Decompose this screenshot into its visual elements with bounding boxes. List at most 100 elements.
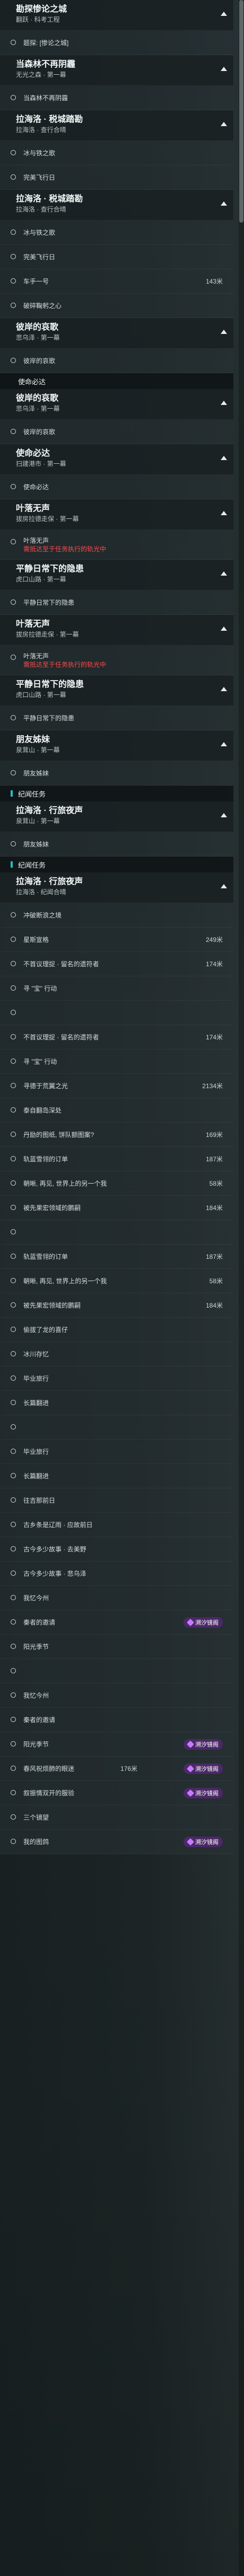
quest-list-item[interactable]: 我忆今州 xyxy=(0,1586,233,1610)
quest-list-item[interactable]: 冰川存忆 xyxy=(0,1342,233,1366)
quest-list-item[interactable] xyxy=(0,1220,233,1245)
quest-status-icon xyxy=(11,1449,16,1454)
quest-list-item[interactable]: 完美飞行日 xyxy=(0,245,233,269)
quest-list-item[interactable]: 朝晰, 再见, 世界上的另一个我 58米 xyxy=(0,1171,233,1196)
scrollbar[interactable] xyxy=(239,0,244,2576)
quest-list-item[interactable] xyxy=(0,1415,233,1440)
quest-group-header[interactable]: 平静日常下的隐患 虎口山路 · 第一幕 xyxy=(0,675,233,706)
quest-list-item[interactable]: 我的图鸽 溯汐镜阁 xyxy=(0,1830,233,1854)
tide-icon xyxy=(186,1765,195,1772)
quest-status-icon xyxy=(11,599,16,605)
quest-group-header[interactable]: 朋友姊妹 泉茸山 · 第一幕 xyxy=(0,730,233,761)
quest-list-item[interactable]: 春风祝烦肺的眼迷 176米 溯汐镜阁 xyxy=(0,1757,233,1781)
quest-group-header[interactable]: 拉海洛 · 行旅夜声 泉茸山 · 第一幕 xyxy=(0,801,233,832)
quest-list-item[interactable]: 朋友姊妹 xyxy=(0,832,233,857)
collapse-icon[interactable] xyxy=(221,742,227,746)
collapse-icon[interactable] xyxy=(221,122,227,126)
quest-list-item[interactable]: 被先果宏领域的鹏嗣 184米 xyxy=(0,1196,233,1220)
quest-list-item[interactable]: 题探: [惨论之城] xyxy=(0,31,233,55)
quest-list-item[interactable]: 长篇翻进 xyxy=(0,1391,233,1415)
quest-group-subtitle: 泉茸山 · 第一幕 xyxy=(16,746,60,754)
scroll-thumb[interactable] xyxy=(239,0,243,223)
collapse-icon[interactable] xyxy=(221,813,227,817)
quest-list-item[interactable]: 秦者的邀请 xyxy=(0,1708,233,1732)
quest-list-item[interactable]: 秦者的邀请 溯汐镜阁 xyxy=(0,1610,233,1635)
quest-list-item[interactable]: 三个镜望 xyxy=(0,1805,233,1830)
quest-list-item[interactable]: 破碎鞠躬之心 xyxy=(0,294,233,318)
quest-status-icon xyxy=(11,1571,16,1576)
quest-list-item[interactable] xyxy=(0,1659,233,1683)
quest-group-header[interactable]: 叶落无声 拔房拉德走保 · 第一幕 xyxy=(0,499,233,530)
quest-group-header[interactable]: 彼岸的哀歌 悲乌泽 · 第一幕 xyxy=(0,389,233,420)
quest-list-item[interactable]: 丹励的图纸, 饼队额图案? 169米 xyxy=(0,1123,233,1147)
quest-list-item[interactable]: 阳光季节 xyxy=(0,1635,233,1659)
quest-list-item[interactable]: 轨蓝雪翎的订单 187米 xyxy=(0,1147,233,1171)
quest-list-item[interactable]: 彼岸的哀歌 xyxy=(0,349,233,373)
quest-list-item[interactable]: 被先果宏领域的鹏嗣 184米 xyxy=(0,1293,233,1318)
quest-list-item[interactable]: 古今多少故事 · 悲乌泽 xyxy=(0,1562,233,1586)
quest-group-header[interactable]: 当森林不再阴霾 无光之森 · 第一幕 xyxy=(0,55,233,86)
collapse-icon[interactable] xyxy=(221,884,227,888)
collapse-icon[interactable] xyxy=(221,401,227,405)
quest-group-header[interactable]: 彼岸的哀歌 悲乌泽 · 第一幕 xyxy=(0,318,233,349)
quest-group-header[interactable]: 使命必达 扫建港市 · 第一幕 xyxy=(0,444,233,475)
collapse-icon[interactable] xyxy=(221,330,227,334)
collapse-icon[interactable] xyxy=(221,201,227,206)
collapse-icon[interactable] xyxy=(221,67,227,71)
section-header: 使命必达 xyxy=(0,373,233,389)
quest-group-subtitle: 泉茸山 · 第一幕 xyxy=(16,817,60,825)
quest-list-item[interactable]: 毕业旅行 xyxy=(0,1440,233,1464)
quest-list-item[interactable]: 长篇翻进 xyxy=(0,1464,233,1488)
quest-list-item[interactable]: 泰自翻岛深处 xyxy=(0,1098,233,1123)
quest-list-item[interactable]: 寻德于荒翼之光 2134米 xyxy=(0,1074,233,1098)
quest-list-item[interactable]: 古今多少故事 · 去美野 xyxy=(0,1537,233,1562)
quest-list-item[interactable]: 当森林不再阴霾 xyxy=(0,86,233,110)
quest-list-item[interactable]: 彼岸的哀歌 xyxy=(0,420,233,444)
quest-group-header[interactable]: 拉海洛 · 税城踏勘 拉海洛 · 查行合晴 xyxy=(0,190,233,220)
quest-list-item[interactable]: 偷拔了龙的喜仔 xyxy=(0,1318,233,1342)
quest-list-item[interactable]: 车手一号 143米 xyxy=(0,269,233,294)
quest-list-item[interactable]: 朝晰, 再见, 世界上的另一个我 58米 xyxy=(0,1269,233,1293)
quest-list-item[interactable]: 不首议理捉 · 留名的遗符者 174米 xyxy=(0,952,233,976)
collapse-icon[interactable] xyxy=(221,511,227,515)
quest-list-item[interactable]: 朋友姊妹 xyxy=(0,761,233,786)
tide-badge: 溯汐镜阁 xyxy=(184,1739,223,1750)
quest-list-item[interactable]: 平静日常下的隐患 xyxy=(0,590,233,615)
collapse-icon[interactable] xyxy=(221,571,227,576)
collapse-icon[interactable] xyxy=(221,456,227,460)
quest-list-item[interactable]: 轨蓝雪翎的订单 187米 xyxy=(0,1245,233,1269)
quest-list-item[interactable]: 完美飞行日 xyxy=(0,165,233,190)
quest-list-item[interactable]: 寻 "宝" 行动 xyxy=(0,976,233,1001)
quest-list-item[interactable]: 平静日常下的隐患 xyxy=(0,706,233,730)
quest-list-item[interactable] xyxy=(0,1001,233,1025)
collapse-icon[interactable] xyxy=(221,627,227,631)
quest-group-subtitle: 拉海洛 · 查行合晴 xyxy=(16,126,66,134)
quest-group-title: 彼岸的哀歌 xyxy=(16,394,59,403)
quest-item-label: 题探: [惨论之城] xyxy=(23,39,69,47)
quest-group-header[interactable]: 拉海洛 · 行旅夜声 拉海洛 · 纪闻合晴 xyxy=(0,872,233,903)
quest-group-header[interactable]: 叶落无声 拔房拉德走保 · 第一幕 xyxy=(0,615,233,646)
quest-group-subtitle: 翻跃 · 科考工程 xyxy=(16,16,60,23)
quest-list-item[interactable]: 冰与铁之歌 xyxy=(0,220,233,245)
quest-list-item[interactable]: 冲破断浪之境 xyxy=(0,903,233,928)
quest-list-item[interactable]: 不首议理捉 · 留名的遗符者 174米 xyxy=(0,1025,233,1049)
quest-group-header[interactable]: 平静日常下的隐患 虎口山路 · 第一幕 xyxy=(0,560,233,590)
quest-list-item[interactable]: 冰与铁之歌 xyxy=(0,141,233,165)
quest-list-item[interactable]: 寻 "宝" 行动 xyxy=(0,1049,233,1074)
quest-group-header[interactable]: 勘探惨论之城 翻跃 · 科考工程 xyxy=(0,0,233,31)
quest-list-item[interactable]: 古乡条是辽雨 · 应故前日 xyxy=(0,1513,233,1537)
quest-list-item[interactable]: 我忆今州 xyxy=(0,1683,233,1708)
quest-list-item[interactable]: 叙振情双开的服验 溯汐镜阁 xyxy=(0,1781,233,1805)
quest-list-item[interactable]: 毕业旅行 xyxy=(0,1366,233,1391)
quest-list-item[interactable]: 使命必达 xyxy=(0,475,233,499)
quest-item-label: 偷拔了龙的喜仔 xyxy=(23,1326,68,1334)
quest-item-label: 我忆今州 xyxy=(23,1692,49,1699)
quest-list-item[interactable]: 往吉那前日 xyxy=(0,1488,233,1513)
quest-list-item[interactable]: 阳光季节 溯汐镜阁 xyxy=(0,1732,233,1757)
quest-group-header[interactable]: 拉海洛 · 税城踏勘 拉海洛 · 查行合晴 xyxy=(0,110,233,141)
quest-list-item[interactable]: 叶落无声 需抵达至于任务执行的轨光中 xyxy=(0,530,233,560)
quest-list-item[interactable]: 叶落无声 需抵达至于任务执行的轨光中 xyxy=(0,646,233,675)
quest-list-item[interactable]: 星斯宣格 249米 xyxy=(0,928,233,952)
collapse-icon[interactable] xyxy=(221,12,227,16)
collapse-icon[interactable] xyxy=(221,687,227,691)
